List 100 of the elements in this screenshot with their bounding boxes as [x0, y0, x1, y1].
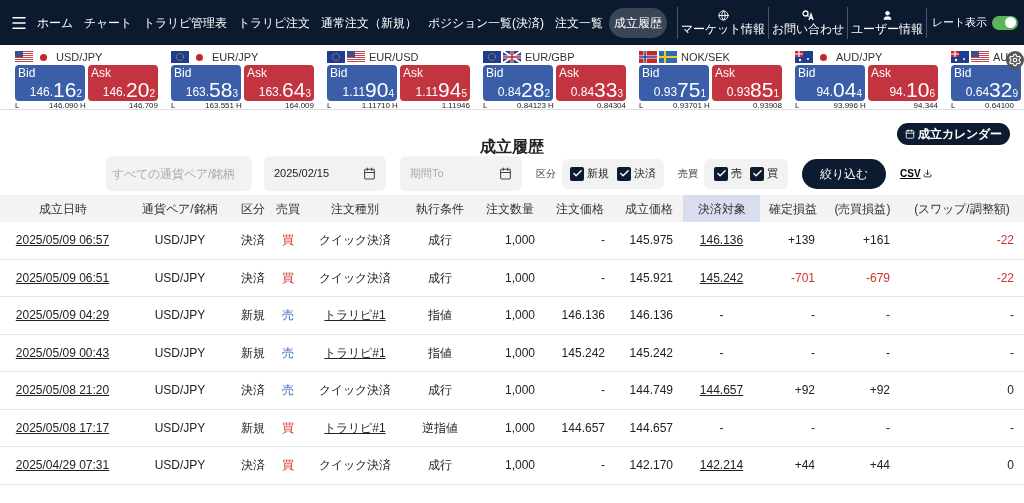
nav-tool-button[interactable]: ユーザー情報 — [847, 6, 926, 39]
table-cell-text: クイック決済 — [319, 382, 391, 400]
nav-tab[interactable]: ホーム — [32, 7, 78, 38]
table-cell-text: 1,000 — [504, 344, 535, 362]
order-type-link[interactable]: トラリピ#1 — [324, 418, 386, 437]
checkbox[interactable] — [570, 166, 584, 181]
nav-tool-button[interactable]: お問い合わせ — [768, 6, 847, 39]
low-label: L — [639, 101, 645, 109]
filter-button[interactable]: 絞り込む — [802, 158, 886, 189]
date-from-field[interactable]: 2025/02/15 — [264, 156, 386, 191]
column-header: 通貨ペア/銘柄 — [142, 200, 218, 218]
price-value: 1.11904 — [341, 80, 394, 99]
settlement-target-link[interactable]: 142.214 — [699, 456, 744, 475]
table-cell-text: +44 — [869, 457, 890, 475]
calendar-button[interactable]: 成立カレンダー — [897, 123, 1010, 145]
bid-price-card[interactable]: Bid 0.84282 — [483, 65, 553, 101]
table-cell-text: 144.657 — [561, 419, 605, 437]
ask-price-card[interactable]: Ask 163.643 — [244, 65, 314, 101]
table-cell-text: - — [811, 344, 815, 362]
settlement-target-link[interactable]: 144.657 — [699, 381, 744, 400]
table-cell-text: - — [1010, 419, 1014, 437]
high-value: 0.84304 — [596, 101, 626, 109]
settlement-target-link[interactable]: 146.136 — [699, 231, 744, 250]
table-cell-text: 新規 — [240, 419, 265, 437]
price-side-label: Ask — [559, 67, 580, 79]
translate-icon — [802, 9, 814, 21]
ask-price-card[interactable]: Ask 94.106 — [868, 65, 938, 101]
column-header: 売買 — [275, 200, 300, 218]
flag-icon — [347, 51, 365, 63]
ask-price-card[interactable]: Ask 0.84333 — [556, 65, 626, 101]
ask-price-card[interactable]: Ask 1.11945 — [400, 65, 470, 101]
price-side-label: Ask — [247, 67, 268, 79]
column-header: 注文種別 — [331, 200, 379, 218]
checkbox[interactable] — [617, 166, 631, 181]
csv-download-link[interactable]: CSV — [900, 166, 932, 181]
table-cell-text: 決済 — [240, 457, 265, 475]
currency-pair-label: NOK/SEK — [681, 49, 730, 65]
high-value: 0.93908 — [752, 101, 782, 109]
nav-tool-button[interactable]: マーケット情報 — [677, 6, 768, 39]
side-label: 売 — [281, 307, 294, 325]
price-value: 0.93851 — [725, 80, 779, 99]
table-cell-text: 決済 — [240, 382, 265, 400]
price-side-label: Bid — [486, 67, 505, 79]
high-value: 164.009 — [284, 101, 314, 109]
low-value: 1.11710 — [360, 101, 390, 109]
checkbox-option[interactable]: 買 — [750, 165, 778, 182]
table-cell-text: 0 — [1007, 457, 1014, 475]
price-side-label: Bid — [330, 67, 349, 79]
table-cell-text: 1,000 — [504, 457, 535, 475]
bid-price-card[interactable]: Bid 0.93751 — [639, 65, 709, 101]
nav-tab[interactable]: 注文一覧 — [550, 7, 608, 38]
table-cell-text: 145.242 — [561, 344, 605, 362]
high-label: H — [548, 101, 555, 109]
bid-price-card[interactable]: Bid 0.64329 — [951, 65, 1021, 101]
nav-tab[interactable]: トラリピ注文 — [233, 7, 315, 38]
nav-tab[interactable]: 成立履歴 — [609, 7, 667, 38]
table-cell-text: 成行 — [428, 232, 452, 250]
ask-price-card[interactable]: Ask 0.93851 — [712, 65, 782, 101]
bid-price-card[interactable]: Bid 146.162 — [15, 65, 85, 101]
side-label: 売 — [281, 344, 294, 362]
table-cell-text: 146.136 — [561, 307, 605, 325]
japan-flag-icon — [820, 53, 827, 61]
table-cell-text: 成行 — [428, 382, 452, 400]
price-value: 1.11945 — [414, 80, 467, 99]
price-value: 0.64329 — [964, 80, 1018, 99]
price-side-label: Bid — [798, 67, 817, 79]
high-label: H — [392, 101, 399, 109]
flag-icon — [951, 51, 969, 63]
low-label: L — [171, 101, 177, 109]
table-cell-text: 142.170 — [629, 457, 673, 475]
ask-price-card[interactable]: Ask 146.202 — [88, 65, 158, 101]
table-cell-text: 指値 — [428, 344, 452, 362]
settings-icon[interactable] — [1006, 51, 1024, 69]
check-icon — [618, 168, 630, 179]
bid-price-card[interactable]: Bid 1.11904 — [327, 65, 397, 101]
checkbox-option[interactable]: 決済 — [617, 165, 656, 182]
nav-tab[interactable]: チャート — [79, 7, 137, 38]
settlement-target-link[interactable]: 145.242 — [699, 268, 744, 287]
bid-price-card[interactable]: Bid 163.583 — [171, 65, 241, 101]
table-cell-text: 成行 — [428, 457, 452, 475]
checkbox[interactable] — [750, 166, 764, 181]
category-label: 区分 — [536, 167, 556, 181]
price-side-label: Ask — [403, 67, 424, 79]
nav-tab[interactable]: 通常注文（新規） — [316, 7, 422, 38]
column-header: 執行条件 — [416, 200, 464, 218]
order-type-link[interactable]: トラリピ#1 — [324, 343, 386, 362]
high-label: H — [860, 101, 867, 109]
rate-display-switch[interactable] — [992, 15, 1018, 30]
bid-price-card[interactable]: Bid 94.044 — [795, 65, 865, 101]
checkbox-option[interactable]: 新規 — [570, 165, 609, 182]
nav-tab[interactable]: ポジション一覧(決済) — [423, 7, 549, 38]
low-label: L — [327, 101, 333, 109]
order-type-link[interactable]: トラリピ#1 — [324, 306, 386, 325]
side-label: 買 — [281, 457, 294, 475]
table-cell-text: 146.136 — [629, 307, 673, 325]
nav-tab[interactable]: トラリピ管理表 — [138, 7, 232, 38]
table-cell-text: クイック決済 — [319, 232, 391, 250]
table-cell-text: +161 — [862, 232, 890, 250]
checkbox[interactable] — [714, 166, 728, 181]
checkbox-option[interactable]: 売 — [714, 165, 742, 182]
